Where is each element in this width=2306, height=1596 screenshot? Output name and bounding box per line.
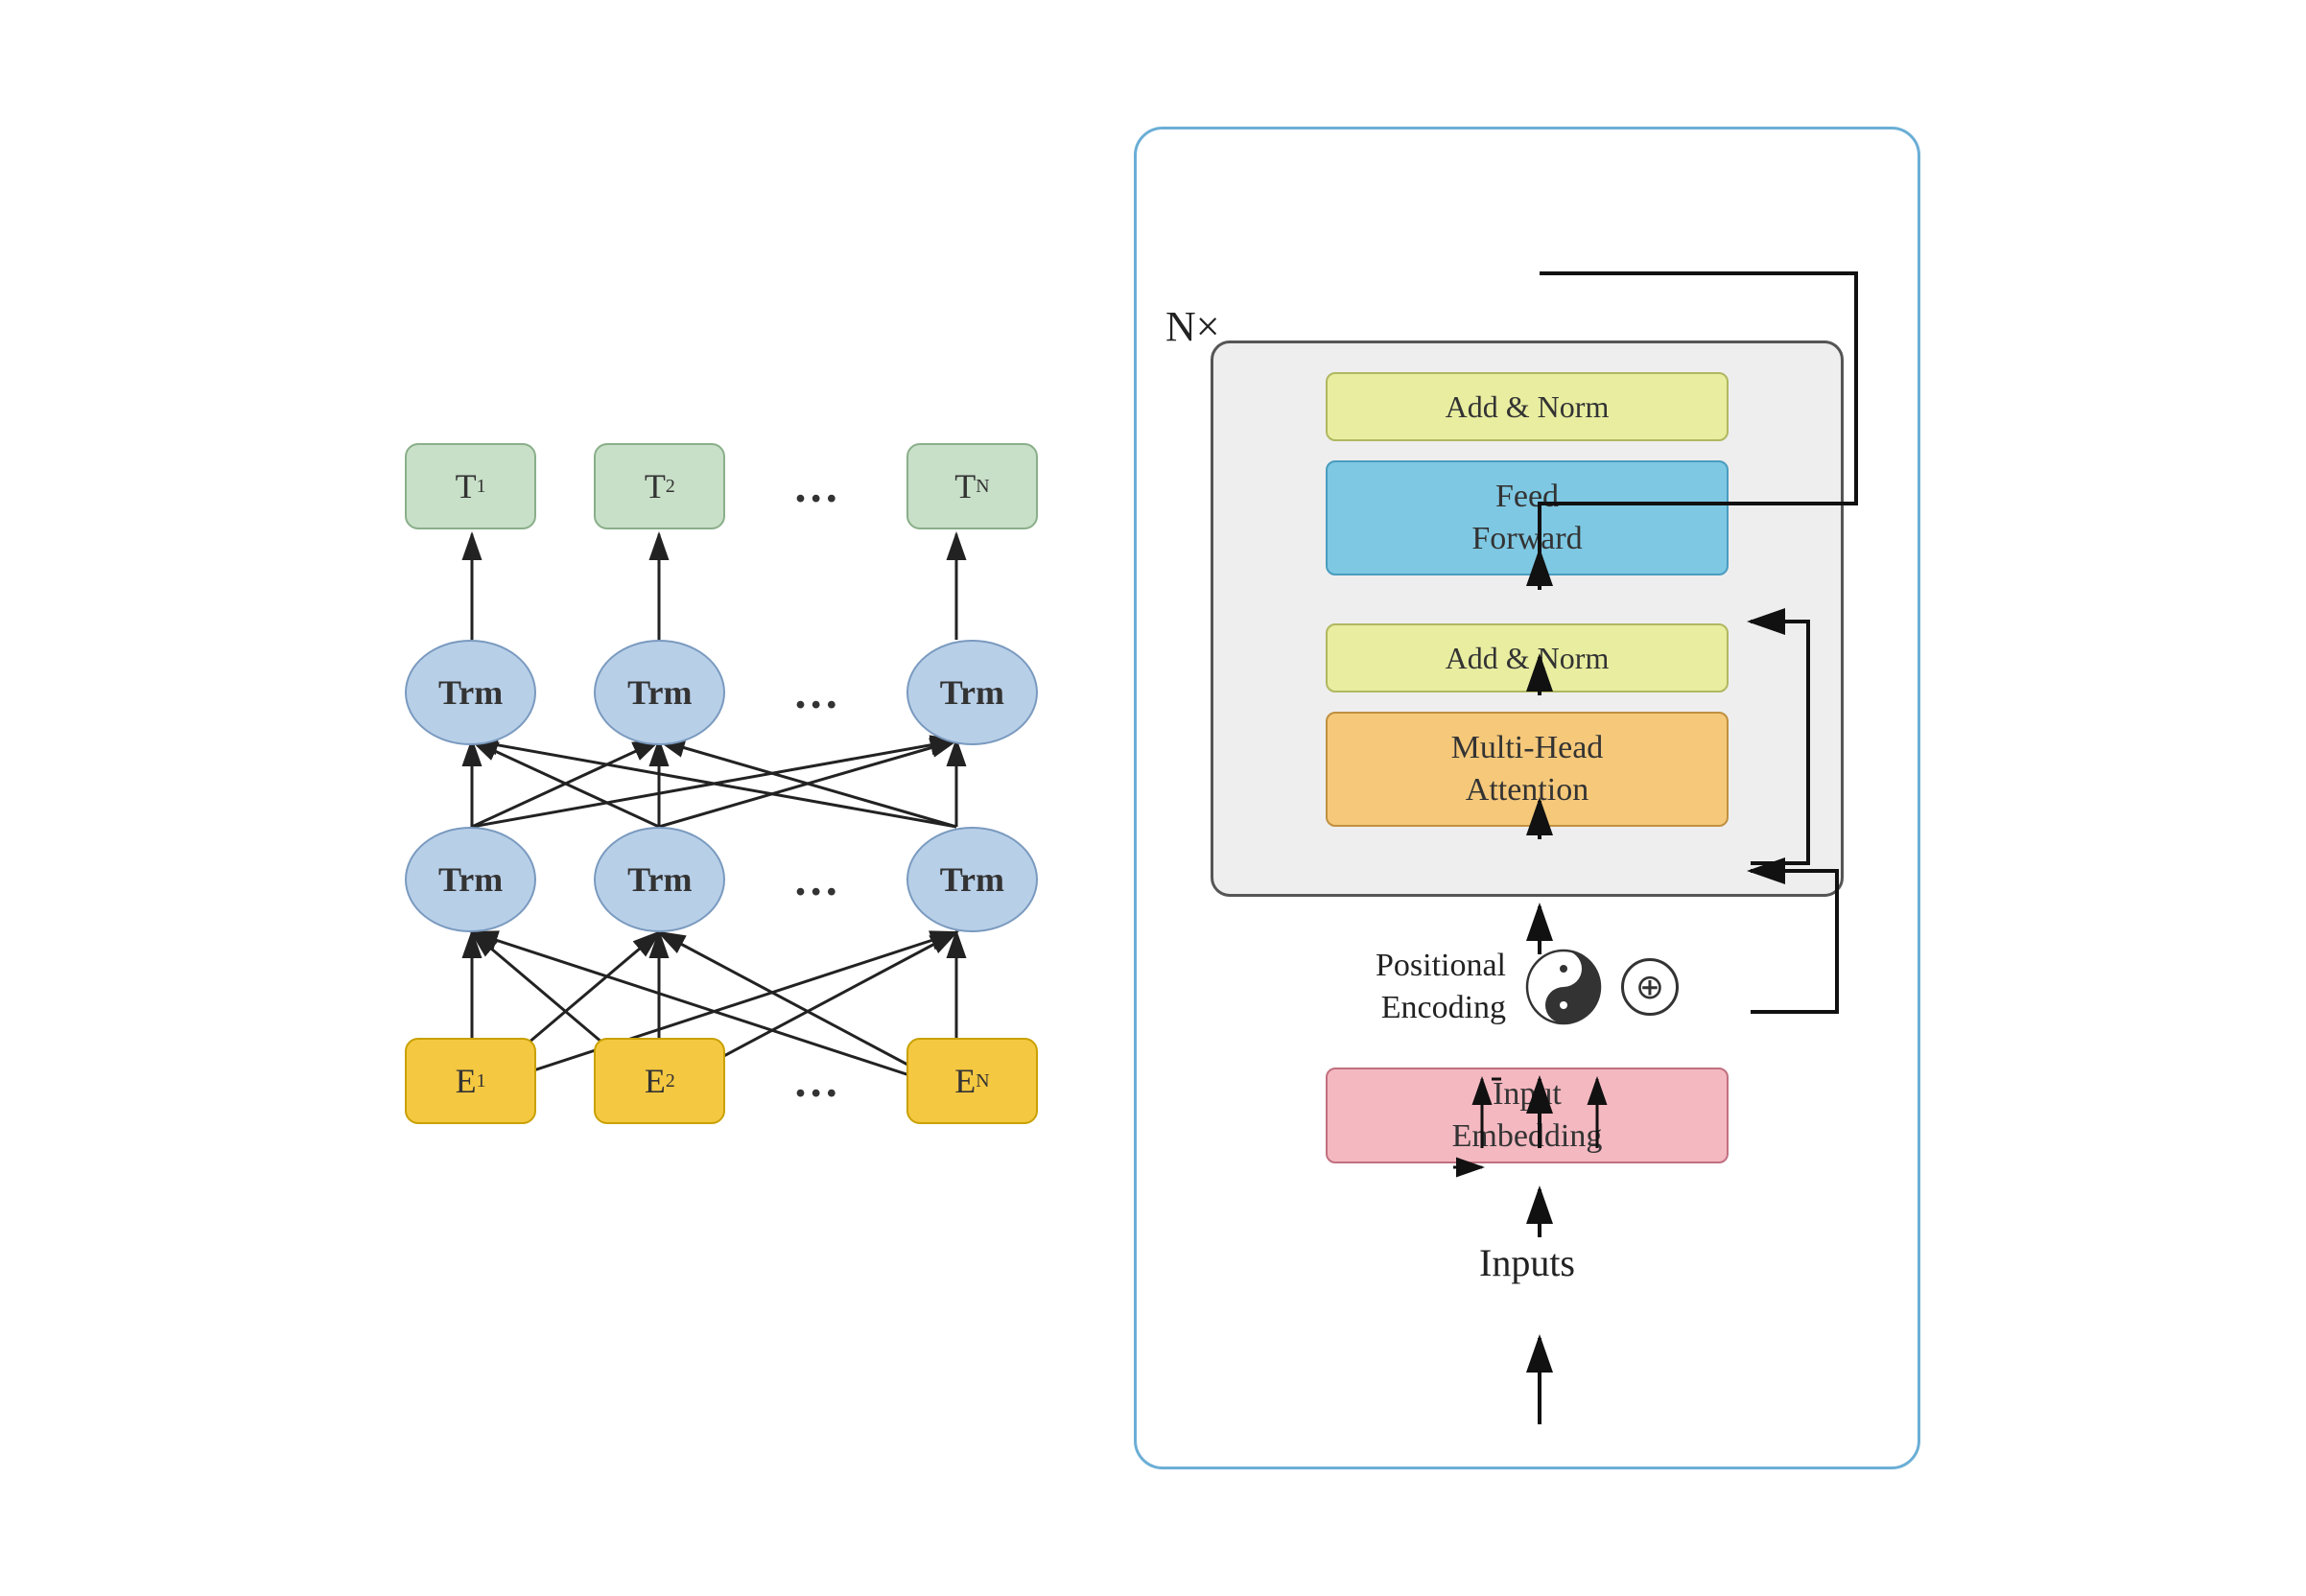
dots-trm-bot: … <box>783 854 848 906</box>
dots-t: … <box>783 460 848 513</box>
dots-e: … <box>783 1055 848 1108</box>
trm-top-n: Trm <box>906 640 1038 745</box>
e1-node: E1 <box>405 1038 536 1124</box>
add-norm-top: Add & Norm <box>1326 372 1729 441</box>
t1-node: T1 <box>405 443 536 529</box>
trm-bot-2: Trm <box>594 827 725 932</box>
left-diagram: T1 T2 … TN Trm Trm … Trm Trm Trm … Trm E… <box>386 366 1057 1230</box>
inputs-label: Inputs <box>1479 1240 1575 1285</box>
right-content: Add & Norm Feed Forward Add & Norm Multi… <box>1185 168 1870 1285</box>
yin-yang-icon <box>1525 949 1602 1025</box>
main-container: T1 T2 … TN Trm Trm … Trm Trm Trm … Trm E… <box>0 0 2306 1596</box>
trm-top-2: Trm <box>594 640 725 745</box>
e2-node: E2 <box>594 1038 725 1124</box>
en-node: EN <box>906 1038 1038 1124</box>
nx-block: Add & Norm Feed Forward Add & Norm Multi… <box>1211 340 1844 897</box>
positional-encoding-row: Positional Encoding ⊕ <box>1376 945 1679 1029</box>
trm-bottom-row: Trm Trm … Trm <box>386 827 1057 932</box>
trm-bot-1: Trm <box>405 827 536 932</box>
right-diagram: N× <box>1134 127 1920 1469</box>
tn-node: TN <box>906 443 1038 529</box>
multi-head-attention: Multi-Head Attention <box>1326 712 1729 827</box>
trm-top-row: Trm Trm … Trm <box>386 640 1057 745</box>
t2-node: T2 <box>594 443 725 529</box>
input-embedding-block: Input Embedding <box>1326 1068 1729 1163</box>
add-norm-bottom: Add & Norm <box>1326 623 1729 692</box>
feed-forward-block: Feed Forward <box>1326 460 1729 575</box>
trm-top-1: Trm <box>405 640 536 745</box>
plus-circle: ⊕ <box>1621 958 1679 1016</box>
output-tokens-row: T1 T2 … TN <box>386 443 1057 529</box>
pe-label: Positional Encoding <box>1376 945 1506 1029</box>
dots-trm-top: … <box>783 667 848 719</box>
trm-bot-n: Trm <box>906 827 1038 932</box>
embedding-row: E1 E2 … EN <box>386 1038 1057 1124</box>
